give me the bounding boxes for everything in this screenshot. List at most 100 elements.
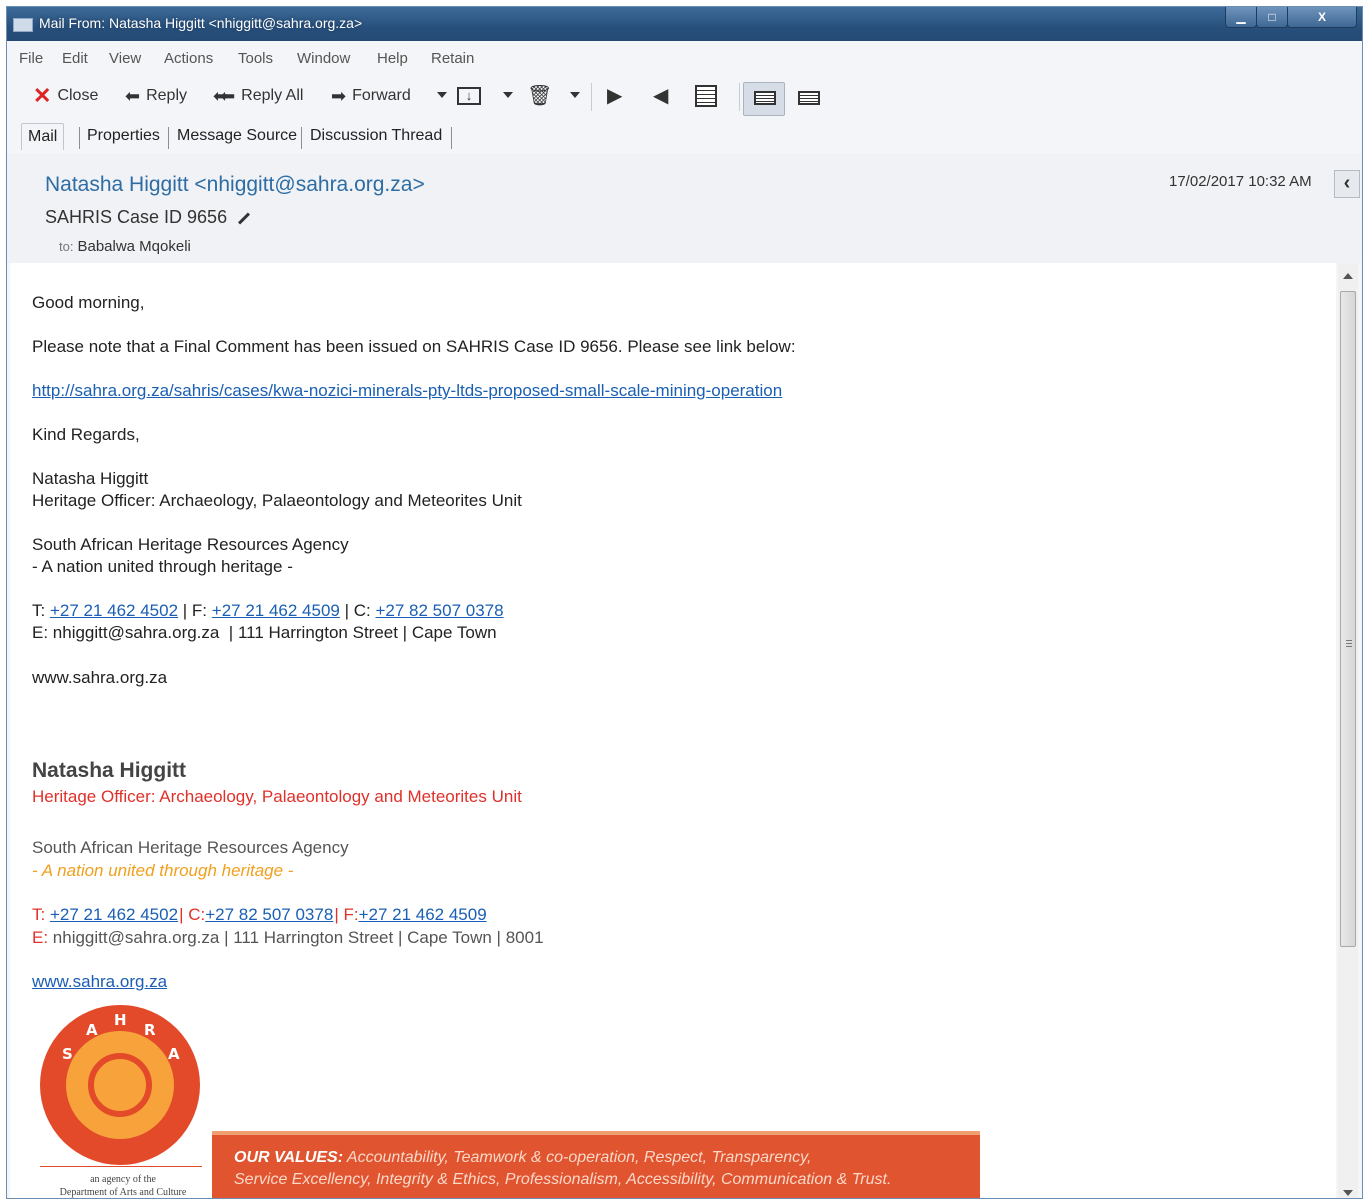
forward-label: Forward bbox=[352, 87, 411, 105]
cell-link[interactable]: +27 82 507 0378 bbox=[375, 601, 503, 620]
title-bar: Mail From: Natasha Higgitt <nhiggitt@sah… bbox=[7, 7, 1362, 41]
logo-letter: A bbox=[86, 1021, 98, 1039]
reply-all-icon: ⬅⬅ bbox=[213, 86, 235, 106]
values-line1: OUR VALUES: Accountability, Teamwork & c… bbox=[234, 1147, 980, 1169]
menu-bar: File Edit View Actions Tools Window Help… bbox=[7, 45, 1362, 71]
reply-all-button[interactable]: ⬅⬅ Reply All bbox=[213, 83, 303, 109]
reading-pane-button[interactable] bbox=[743, 82, 785, 116]
email-address-line: E: nhiggitt@sahra.org.za | 111 Harringto… bbox=[32, 623, 497, 642]
chevron-left-icon: ‹ bbox=[1343, 172, 1351, 194]
move-to-folder-button[interactable]: ↓ bbox=[457, 83, 487, 109]
vertical-scrollbar[interactable] bbox=[1338, 263, 1358, 1198]
previous-arrow-icon: ◀ bbox=[653, 85, 669, 107]
tab-separator bbox=[301, 127, 302, 149]
close-window-button[interactable]: X bbox=[1287, 7, 1357, 28]
maximize-button[interactable]: □ bbox=[1256, 7, 1288, 28]
menu-retain[interactable]: Retain bbox=[431, 50, 474, 67]
sender[interactable]: Natasha Higgitt <nhiggitt@sahra.org.za> bbox=[45, 173, 425, 197]
next-message-button[interactable]: ▶ bbox=[607, 83, 622, 109]
tel-link[interactable]: +27 21 462 4502 bbox=[50, 601, 178, 620]
delete-dropdown-icon[interactable] bbox=[570, 92, 580, 98]
subject-line: SAHRIS Case ID 9656 bbox=[45, 207, 251, 228]
collapse-header-button[interactable]: ‹ bbox=[1334, 170, 1360, 198]
values-line2: Service Excellency, Integrity & Ethics, … bbox=[234, 1171, 892, 1188]
tab-properties[interactable]: Properties bbox=[81, 123, 166, 149]
greeting: Good morning, bbox=[32, 293, 145, 312]
menu-window[interactable]: Window bbox=[297, 50, 350, 67]
recipient[interactable]: Babalwa Mqokeli bbox=[77, 238, 190, 255]
values-banner: OUR VALUES: Accountability, Teamwork & c… bbox=[212, 1131, 980, 1198]
website-text: www.sahra.org.za bbox=[32, 668, 168, 687]
message-date: 17/02/2017 10:32 AM bbox=[1169, 173, 1312, 190]
sig-cell-link[interactable]: +27 82 507 0378 bbox=[205, 905, 333, 924]
case-link[interactable]: http://sahra.org.za/sahris/cases/kwa-noz… bbox=[32, 381, 782, 401]
motto: - A nation united through heritage - bbox=[32, 557, 293, 576]
menu-tools[interactable]: Tools bbox=[238, 50, 273, 67]
scroll-up-icon[interactable] bbox=[1343, 273, 1353, 279]
next-arrow-icon: ▶ bbox=[607, 85, 623, 107]
edit-pencil-icon[interactable] bbox=[238, 212, 251, 225]
move-dropdown-icon[interactable] bbox=[503, 92, 513, 98]
tab-message-source[interactable]: Message Source bbox=[171, 123, 303, 149]
fax-link[interactable]: +27 21 462 4509 bbox=[212, 601, 340, 620]
close-icon: ✕ bbox=[33, 83, 52, 108]
menu-file[interactable]: File bbox=[19, 50, 43, 67]
sig-fax-label: | F: bbox=[334, 905, 359, 924]
scroll-thumb[interactable] bbox=[1340, 291, 1356, 947]
forward-button[interactable]: ➡ Forward bbox=[331, 83, 411, 109]
signature-agency: South African Heritage Resources Agency bbox=[32, 838, 349, 857]
agency-of-text: an agency of the Department of Arts and C… bbox=[40, 1173, 206, 1198]
body-line: Please note that a Final Comment has bee… bbox=[32, 337, 796, 356]
envelope-icon bbox=[13, 18, 33, 32]
list-view-icon bbox=[754, 91, 776, 105]
fax-label: | F: bbox=[178, 601, 212, 620]
message-header: Natasha Higgitt <nhiggitt@sahra.org.za> … bbox=[7, 153, 1362, 263]
close-button[interactable]: ✕ Close bbox=[33, 83, 98, 109]
move-to-folder-icon: ↓ bbox=[457, 86, 481, 105]
minimize-button[interactable]: ▁ bbox=[1225, 7, 1257, 28]
previous-message-button[interactable]: ◀ bbox=[653, 83, 668, 109]
logo-letter: H bbox=[114, 1011, 127, 1029]
reply-button[interactable]: ⬅ Reply bbox=[125, 83, 187, 109]
subject: SAHRIS Case ID 9656 bbox=[45, 207, 228, 227]
tab-discussion-thread[interactable]: Discussion Thread bbox=[304, 123, 448, 149]
logo-spiral-icon bbox=[88, 1053, 152, 1117]
values-label: OUR VALUES: bbox=[234, 1149, 344, 1166]
tab-mail[interactable]: Mail bbox=[21, 123, 65, 150]
window-title: Mail From: Natasha Higgitt <nhiggitt@sah… bbox=[39, 15, 363, 31]
forward-dropdown-icon[interactable] bbox=[437, 92, 447, 98]
reply-all-label: Reply All bbox=[241, 87, 304, 105]
tab-separator bbox=[168, 127, 169, 149]
scroll-down-icon[interactable] bbox=[1343, 1190, 1353, 1196]
tab-separator bbox=[79, 127, 80, 149]
signature-name: Natasha Higgitt bbox=[32, 759, 187, 782]
sahra-logo: S A H R A an agency of the Department of … bbox=[40, 1005, 210, 1198]
reply-label: Reply bbox=[146, 87, 187, 105]
agency-of-line1: an agency of the bbox=[90, 1174, 156, 1185]
signature-position: Heritage Officer: Archaeology, Palaeonto… bbox=[32, 787, 522, 806]
menu-help[interactable]: Help bbox=[377, 50, 408, 67]
sig-tel-link[interactable]: +27 21 462 4502 bbox=[50, 905, 178, 924]
toolbar: ✕ Close ⬅ Reply ⬅⬅ Reply All ➡ Forward ↓ 🗑 ▶… bbox=[7, 75, 1362, 119]
reply-icon: ⬅ bbox=[125, 86, 141, 106]
plain-view-button[interactable] bbox=[787, 82, 829, 116]
contact-phones: T: +27 21 462 4502 | F: +27 21 462 4509 … bbox=[32, 601, 504, 621]
sig-email-text: nhiggitt@sahra.org.za | 111 Harrington S… bbox=[48, 928, 544, 947]
tab-separator bbox=[451, 127, 452, 149]
print-button[interactable] bbox=[695, 83, 723, 109]
sig-tel-label: T: bbox=[32, 905, 50, 924]
message-body: Good morning, Please note that a Final C… bbox=[10, 263, 1336, 1198]
menu-actions[interactable]: Actions bbox=[164, 50, 213, 67]
logo-letter: A bbox=[168, 1045, 180, 1063]
signature-website-link[interactable]: www.sahra.org.za bbox=[32, 972, 167, 992]
delete-button[interactable]: 🗑 bbox=[527, 83, 558, 109]
sig-cell-label: | C: bbox=[179, 905, 206, 924]
menu-view[interactable]: View bbox=[109, 50, 141, 67]
menu-edit[interactable]: Edit bbox=[62, 50, 88, 67]
tel-label: T: bbox=[32, 601, 50, 620]
forward-icon: ➡ bbox=[331, 86, 347, 106]
signature-motto: - A nation united through heritage - bbox=[32, 861, 294, 880]
toolbar-separator bbox=[739, 83, 740, 111]
sig-fax-link[interactable]: +27 21 462 4509 bbox=[359, 905, 487, 924]
signature-phones: T: +27 21 462 4502| C:+27 82 507 0378| F… bbox=[32, 905, 487, 925]
